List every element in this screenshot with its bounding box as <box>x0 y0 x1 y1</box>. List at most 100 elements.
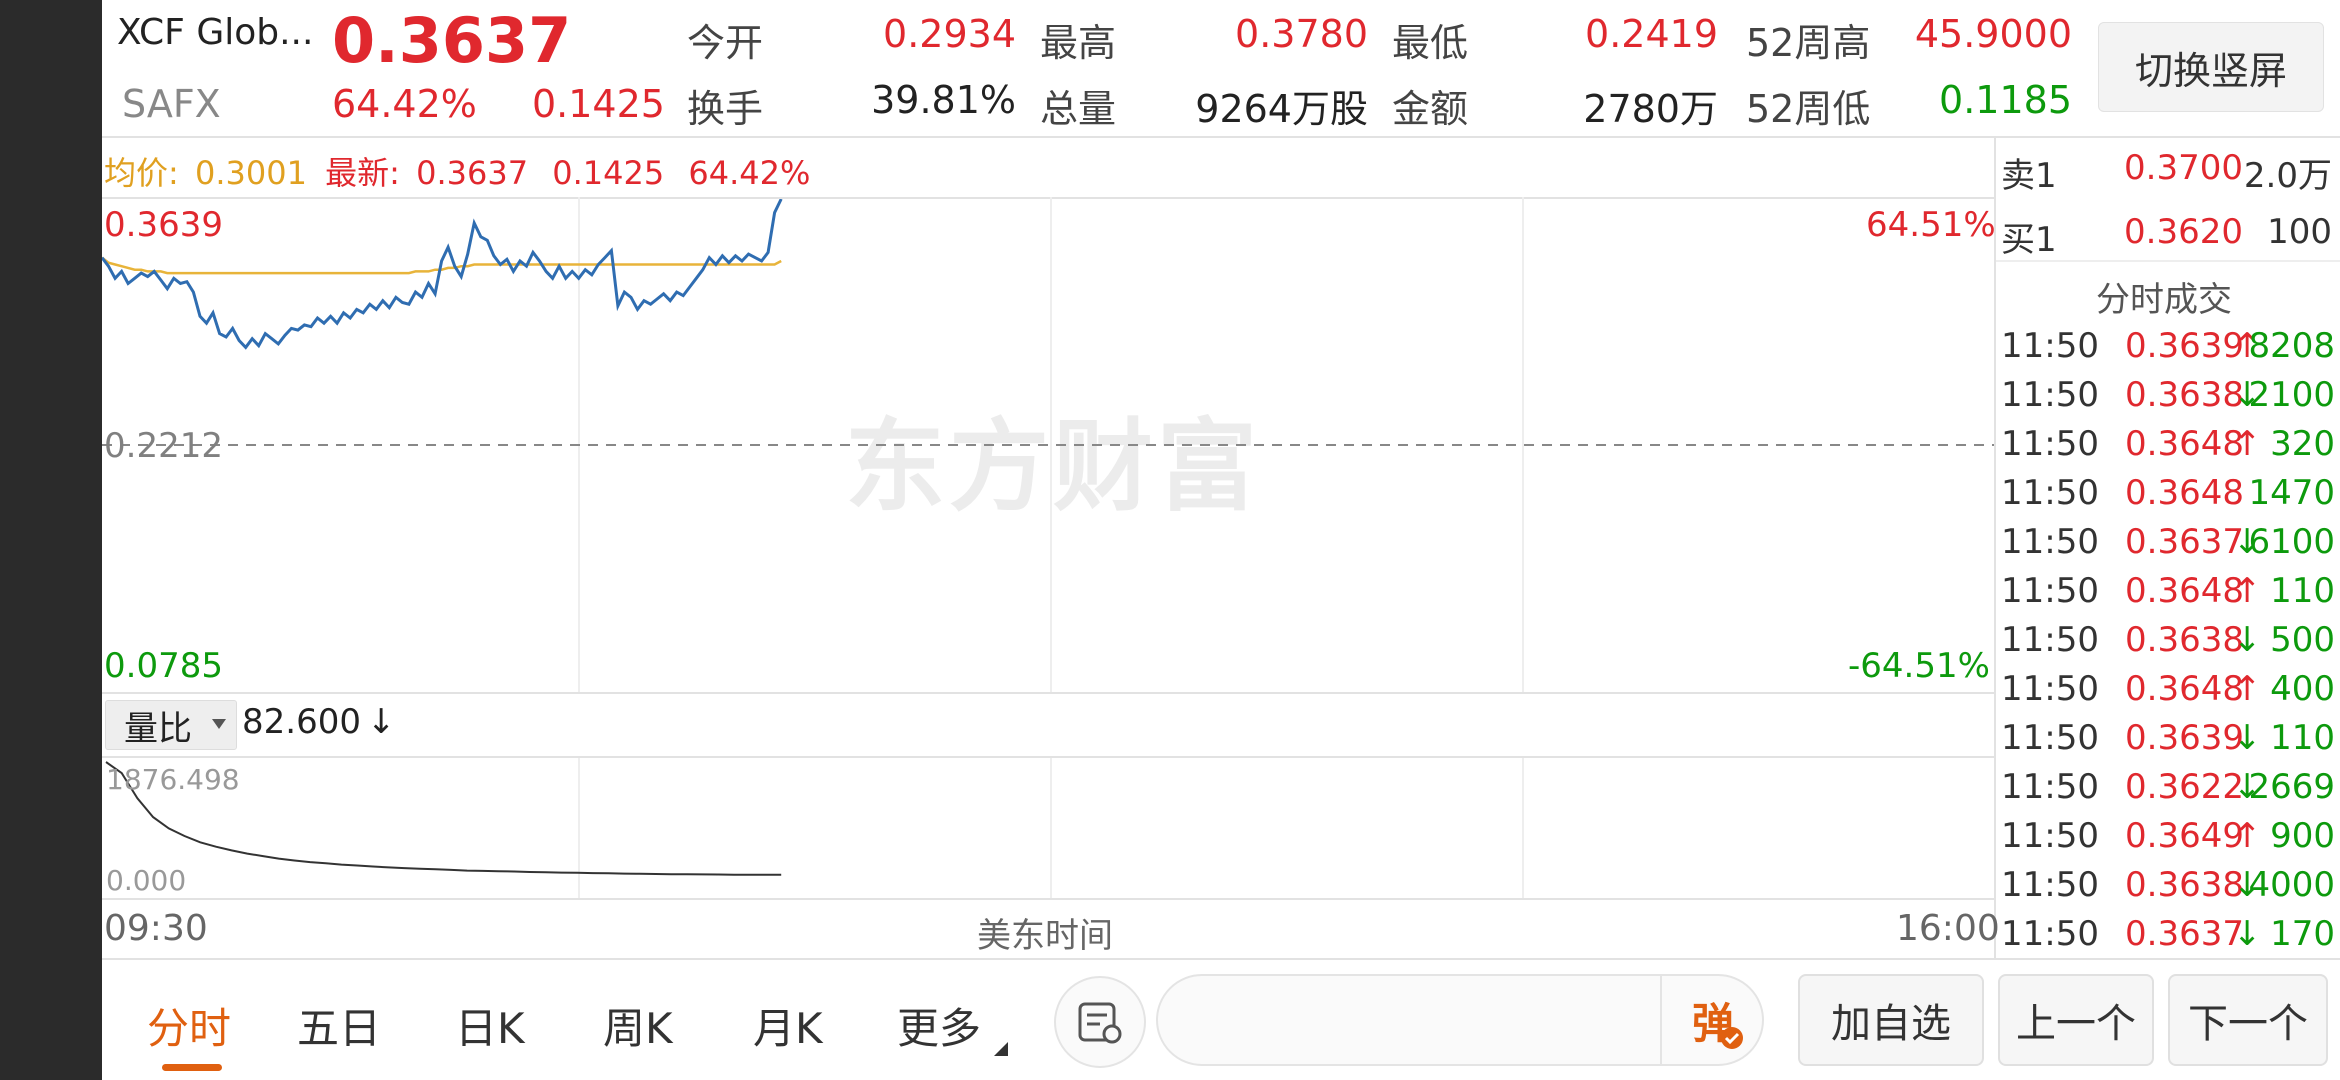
tab-weekly-k[interactable]: 周K <box>603 995 673 1056</box>
avg-value: 0.3001 <box>194 154 307 192</box>
bid-label: 买1 <box>2001 220 2057 260</box>
stock-name: XCF Glob... <box>117 12 314 53</box>
tick-time: 11:50 <box>2001 424 2099 464</box>
latest-percent: 64.42% <box>688 154 811 192</box>
tick-row: 11:50 0.3648 ↑ 320 <box>2001 424 2335 470</box>
ask-label: 卖1 <box>2001 156 2057 196</box>
tick-price: 0.3622 <box>2125 767 2244 807</box>
stat-value-open: 0.2934 <box>883 12 1016 56</box>
stat-value-high: 0.3780 <box>1235 12 1368 56</box>
down-arrow-icon: ↓ <box>366 702 396 742</box>
volume-ratio-chart[interactable] <box>102 758 1994 898</box>
tick-price: 0.3648 <box>2125 473 2244 513</box>
tick-time: 11:50 <box>2001 718 2099 758</box>
tick-time: 11:50 <box>2001 571 2099 611</box>
tick-price: 0.3638 <box>2125 375 2244 415</box>
chart-info-row: 均价: 0.3001 最新: 0.3637 0.1425 64.42% <box>104 148 810 194</box>
danmu-toggle-button[interactable]: 弹 <box>1660 976 1764 1064</box>
change-percent: 64.42% <box>332 82 477 126</box>
tab-more[interactable]: 更多 <box>897 995 1009 1056</box>
stat-label-high: 最高 <box>1040 21 1117 65</box>
tick-row: 11:50 0.3639 ↓ 110 <box>2001 718 2335 764</box>
tab-more-label: 更多 <box>897 1004 982 1053</box>
stat-value-52w-low: 0.1185 <box>1939 78 2072 122</box>
tick-row: 11:50 0.3648 ↑ 400 <box>2001 669 2335 715</box>
tick-volume: 400 <box>2270 669 2335 709</box>
tick-time: 11:50 <box>2001 914 2099 954</box>
time-start: 09:30 <box>104 908 208 949</box>
tab-daily-k[interactable]: 日K <box>455 995 525 1056</box>
stat-label-52w-low: 52周低 <box>1746 87 1871 131</box>
ask-volume: 2.0万 <box>2243 156 2332 196</box>
stat-value-52w-high: 45.9000 <box>1914 12 2072 56</box>
tick-volume: 500 <box>2270 620 2335 660</box>
left-system-bar <box>0 0 102 1080</box>
volume-ratio-selector[interactable]: 量比 <box>105 700 237 750</box>
tick-volume: 320 <box>2270 424 2335 464</box>
tab-five-day[interactable]: 五日 <box>297 995 381 1056</box>
tick-price: 0.3648 <box>2125 669 2244 709</box>
current-price: 0.3637 <box>332 4 572 77</box>
switch-portrait-button[interactable]: 切换竖屏 <box>2098 22 2324 112</box>
stat-label-low: 最低 <box>1392 21 1469 65</box>
stat-value-amount: 2780万 <box>1583 87 1718 131</box>
tick-price: 0.3639 <box>2125 326 2244 366</box>
down-arrow-icon: ↓ <box>2233 620 2262 660</box>
bid-price: 0.3620 <box>2124 212 2243 252</box>
chart-bottom-border <box>102 692 1996 694</box>
add-watchlist-button[interactable]: 加自选 <box>1798 974 1984 1066</box>
tick-volume: 1470 <box>2248 473 2335 513</box>
tick-price: 0.3649 <box>2125 816 2244 856</box>
more-caret-icon <box>994 1042 1009 1056</box>
volume-ratio-readout: 82.600 ↓ <box>242 702 395 742</box>
tab-intraday[interactable]: 分时 <box>147 995 231 1056</box>
intraday-price-chart[interactable] <box>102 199 1994 692</box>
tick-volume: 110 <box>2270 718 2335 758</box>
tab-monthly-k[interactable]: 月K <box>753 995 823 1056</box>
tick-time: 11:50 <box>2001 865 2099 905</box>
message-settings-icon[interactable] <box>1054 976 1146 1068</box>
tick-row: 11:50 0.3638 ↓ 2100 <box>2001 375 2335 421</box>
tick-row: 11:50 0.3638 ↓ 4000 <box>2001 865 2335 911</box>
chart-bottom-percent: -64.51% <box>1848 646 1990 686</box>
tick-time: 11:50 <box>2001 326 2099 366</box>
down-arrow-icon: ↓ <box>2233 914 2262 954</box>
tick-price: 0.3637 <box>2125 914 2244 954</box>
ask-price: 0.3700 <box>2124 148 2243 188</box>
chart-bottom-price: 0.0785 <box>104 646 223 686</box>
tick-time: 11:50 <box>2001 522 2099 562</box>
tick-volume: 2100 <box>2248 375 2335 415</box>
previous-stock-button[interactable]: 上一个 <box>1998 974 2154 1066</box>
latest-label: 最新: <box>325 154 400 192</box>
tick-price: 0.3648 <box>2125 424 2244 464</box>
stat-label-volume: 总量 <box>1040 87 1117 131</box>
tick-time: 11:50 <box>2001 473 2099 513</box>
tick-price: 0.3648 <box>2125 571 2244 611</box>
avg-label: 均价: <box>104 154 179 192</box>
tick-price: 0.3638 <box>2125 620 2244 660</box>
tick-volume: 8208 <box>2248 326 2335 366</box>
latest-price: 0.3637 <box>416 154 529 192</box>
danmu-check-icon <box>1721 1027 1743 1049</box>
up-arrow-icon: ↑ <box>2233 669 2262 709</box>
stat-label-turnover: 换手 <box>687 87 764 131</box>
latest-change: 0.1425 <box>552 154 665 192</box>
next-stock-button[interactable]: 下一个 <box>2168 974 2328 1066</box>
tick-volume: 900 <box>2270 816 2335 856</box>
tab-active-indicator <box>162 1064 222 1071</box>
volume-ratio-value: 82.600 <box>242 702 361 742</box>
tick-price: 0.3639 <box>2125 718 2244 758</box>
bid-volume: 100 <box>2267 212 2332 252</box>
header-divider <box>102 136 2340 138</box>
tick-time: 11:50 <box>2001 375 2099 415</box>
chart-top-price: 0.3639 <box>104 205 223 245</box>
tick-row: 11:50 0.3648 1470 <box>2001 473 2335 519</box>
volume-bottom-label: 0.000 <box>106 864 187 897</box>
tick-row: 11:50 0.3649 ↑ 900 <box>2001 816 2335 862</box>
tick-row: 11:50 0.3639 ↑ 8208 <box>2001 326 2335 372</box>
tick-time: 11:50 <box>2001 669 2099 709</box>
stat-label-amount: 金额 <box>1392 87 1469 131</box>
tick-price: 0.3638 <box>2125 865 2244 905</box>
tick-row: 11:50 0.3648 ↑ 110 <box>2001 571 2335 617</box>
time-end: 16:00 <box>1896 908 2000 949</box>
